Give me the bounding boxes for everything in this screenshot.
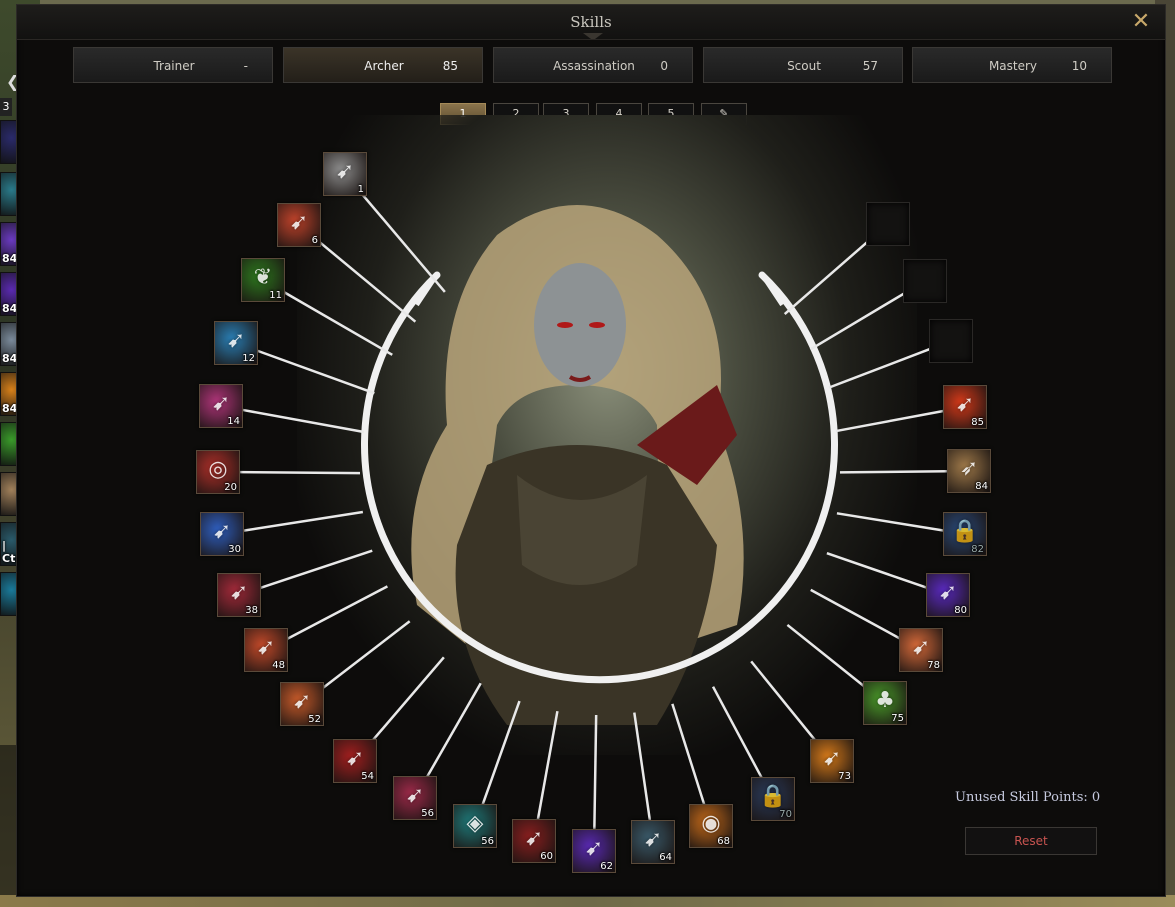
skill-level: 6	[311, 235, 318, 246]
character-portrait	[239, 189, 948, 830]
skill-connector	[536, 710, 559, 820]
skill-left-blue-arrows-30[interactable]: ➹ 30	[200, 512, 244, 556]
skill-connector	[786, 623, 869, 691]
skill-connector	[281, 289, 393, 356]
skill-connector	[242, 408, 365, 434]
skill-left-red-arrows-38[interactable]: ➹ 38	[217, 573, 261, 617]
skill-level: 48	[272, 660, 285, 671]
skill-connector	[368, 656, 445, 746]
reset-button[interactable]: Reset	[965, 827, 1097, 855]
skill-connector	[809, 291, 907, 351]
skill-level: 56	[481, 836, 494, 847]
skill-level: 75	[891, 713, 904, 724]
skill-level: 1	[357, 184, 364, 195]
skill-level: 84	[975, 481, 988, 492]
skill-left-lock-70[interactable]: 🔒 70	[751, 777, 795, 821]
skill-connector	[256, 349, 375, 395]
skill-level: 62	[600, 861, 613, 872]
skill-connector	[243, 510, 364, 532]
skill-level: 52	[308, 714, 321, 725]
skill-connector	[358, 189, 446, 293]
skill-connector	[828, 347, 931, 389]
skill-left-fire-ring-68[interactable]: ◉ 68	[689, 804, 733, 848]
skill-left-flaming-arrow-6[interactable]: ➹ 6	[277, 203, 321, 247]
skill-level: 78	[927, 660, 940, 671]
empty-skill-slot	[929, 319, 973, 363]
unused-skill-points: Unused Skill Points: 0	[955, 790, 1101, 805]
skill-connector	[783, 237, 873, 315]
skill-left-teal-shield-56[interactable]: ◈ 56	[453, 804, 497, 848]
skill-left-pink-star-arrows-14[interactable]: ➹ 14	[199, 384, 243, 428]
skill-level: 12	[242, 353, 255, 364]
skill-right-bright-arrow-78[interactable]: ➹ 78	[899, 628, 943, 672]
skill-left-purple-spark-62[interactable]: ➹ 62	[572, 829, 616, 873]
skill-connector	[259, 549, 373, 590]
skill-connector	[750, 660, 820, 745]
skill-right-fire-arrow-85[interactable]: ➹ 85	[943, 385, 987, 429]
skill-level: 56	[421, 808, 434, 819]
skill-right-golden-arrow-73[interactable]: ➹ 73	[810, 739, 854, 783]
skill-left-green-leaf-11[interactable]: ❦ 11	[241, 258, 285, 302]
skill-left-dark-arrows-64[interactable]: ➹ 64	[631, 820, 675, 864]
skill-connector	[424, 682, 482, 780]
skill-level: 30	[228, 544, 241, 555]
skill-level: 20	[224, 482, 237, 493]
skill-level: 54	[361, 771, 374, 782]
skill-left-red-arrow-54[interactable]: ➹ 54	[333, 739, 377, 783]
skill-connector	[239, 470, 361, 475]
skill-left-target-20[interactable]: ◎ 20	[196, 450, 240, 494]
skill-level: 60	[540, 851, 553, 862]
skill-level: 80	[954, 605, 967, 616]
skill-right-quiver-84[interactable]: ➶ 84	[947, 449, 991, 493]
skill-left-blood-arrows-60[interactable]: ➹ 60	[512, 819, 556, 863]
skill-connector	[318, 620, 411, 692]
skill-connector	[284, 585, 388, 641]
skill-left-arrow-burst-48[interactable]: ➹ 48	[244, 628, 288, 672]
skill-connector	[711, 686, 764, 781]
skill-level: 82	[971, 544, 984, 555]
skill-connector	[481, 700, 521, 806]
empty-skill-slot	[903, 259, 947, 303]
skill-connector	[593, 714, 598, 830]
portrait-face	[534, 263, 626, 387]
portrait-armor	[455, 445, 717, 725]
skill-left-triple-arrows-56[interactable]: ➹ 56	[393, 776, 437, 820]
skill-level: 85	[971, 417, 984, 428]
skill-left-arrows-crossed-1[interactable]: ➹ 1	[323, 152, 367, 196]
action-bar-page: 3	[0, 98, 12, 116]
skill-level: 38	[245, 605, 258, 616]
skill-level: 70	[779, 809, 792, 820]
empty-skill-slot	[866, 202, 910, 246]
skill-connector	[836, 512, 944, 532]
skill-right-lock-82[interactable]: 🔒 82	[943, 512, 987, 556]
skills-window: Skills ✕ Trainer - Archer 85 Assassination 0 S…	[16, 4, 1166, 897]
skill-level: 64	[659, 852, 672, 863]
skill-connector	[839, 469, 948, 474]
skill-right-violet-arrow-80[interactable]: ➹ 80	[926, 573, 970, 617]
skill-connector	[835, 409, 944, 433]
skill-right-mushroom-75[interactable]: ♣ 75	[863, 681, 907, 725]
skill-level: 14	[227, 416, 240, 427]
skill-level: 68	[717, 836, 730, 847]
skill-connector	[671, 703, 706, 806]
skill-level: 73	[838, 771, 851, 782]
skill-left-ice-arrow-12[interactable]: ➹ 12	[214, 321, 258, 365]
skill-connector	[810, 588, 903, 641]
skill-connector	[826, 552, 928, 590]
skill-connector	[315, 238, 417, 323]
skill-connector	[633, 712, 652, 821]
skill-left-fire-swirl-52[interactable]: ➹ 52	[280, 682, 324, 726]
skill-level: 11	[269, 290, 282, 301]
